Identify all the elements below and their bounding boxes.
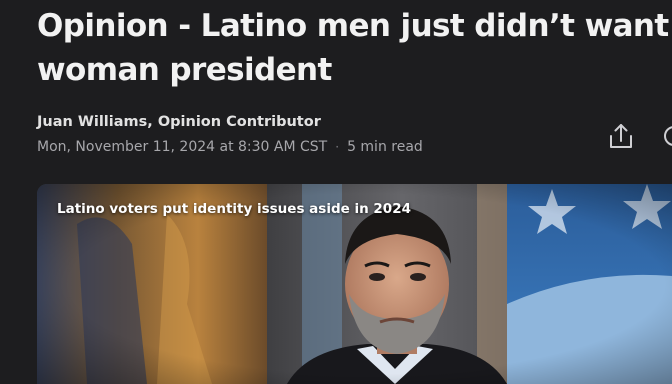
- read-time: 5 min read: [347, 139, 423, 155]
- publish-date: Mon, November 11, 2024 at 8:30 AM CST: [37, 139, 328, 155]
- comment-icon: [664, 126, 672, 146]
- share-button[interactable]: [606, 121, 636, 153]
- article-meta: Mon, November 11, 2024 at 8:30 AM CST · …: [37, 139, 423, 155]
- share-icon: [610, 124, 632, 148]
- comment-button[interactable]: [660, 123, 672, 151]
- meta-separator: ·: [335, 140, 340, 154]
- video-caption: Latino voters put identity issues aside …: [57, 201, 411, 217]
- article-headline: Opinion - Latino men just didn’t want a …: [37, 8, 669, 88]
- video-player[interactable]: Latino voters put identity issues aside …: [37, 184, 672, 384]
- author-byline[interactable]: Juan Williams, Opinion Contributor: [37, 114, 321, 130]
